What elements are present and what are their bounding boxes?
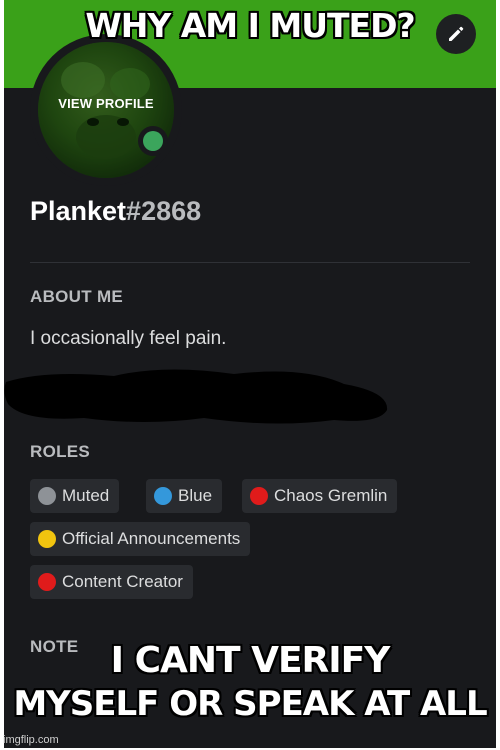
profile-divider [30,262,470,263]
roles-heading: ROLES [30,442,91,461]
about-me-text: I occasionally feel pain. [30,328,227,349]
username: Planket#2868 [30,196,201,227]
role-color-icon [38,487,56,505]
role-pill-chaos-gremlin[interactable]: Chaos Gremlin [242,479,398,513]
role-pill-content-creator[interactable]: Content Creator [30,565,193,599]
user-profile-card: VIEW PROFILE Planket#2868 ABOUT ME I occ… [4,0,496,748]
role-pill-blue[interactable]: Blue [146,479,223,513]
meme-bottom-caption-line2: MYSELF OR SPEAK AT ALL [13,684,487,724]
role-label: Content Creator [62,572,183,591]
username-name: Planket [30,196,127,226]
role-color-icon [250,487,268,505]
role-label: Blue [178,486,213,505]
role-label: Muted [62,486,110,505]
redaction-scribble [4,369,388,424]
role-color-icon [38,573,56,591]
role-pill-muted[interactable]: Muted [30,479,120,513]
username-discriminator: #2868 [126,196,202,226]
avatar[interactable]: VIEW PROFILE [38,42,174,178]
meme-top-caption: WHY AM I MUTED? [85,6,415,45]
role-label: Chaos Gremlin [274,486,388,505]
meme-bottom-caption-line1: I CANT VERIFY [110,640,391,681]
role-color-icon [154,487,172,505]
role-color-icon [38,530,56,548]
about-me-heading: ABOUT ME [30,287,124,306]
role-pill-official-announcements[interactable]: Official Announcements [30,522,251,556]
role-label: Official Announcements [62,529,241,548]
online-status-icon [143,131,163,151]
imgflip-watermark: imgflip.com [3,734,59,746]
view-profile-label[interactable]: VIEW PROFILE [38,96,174,111]
